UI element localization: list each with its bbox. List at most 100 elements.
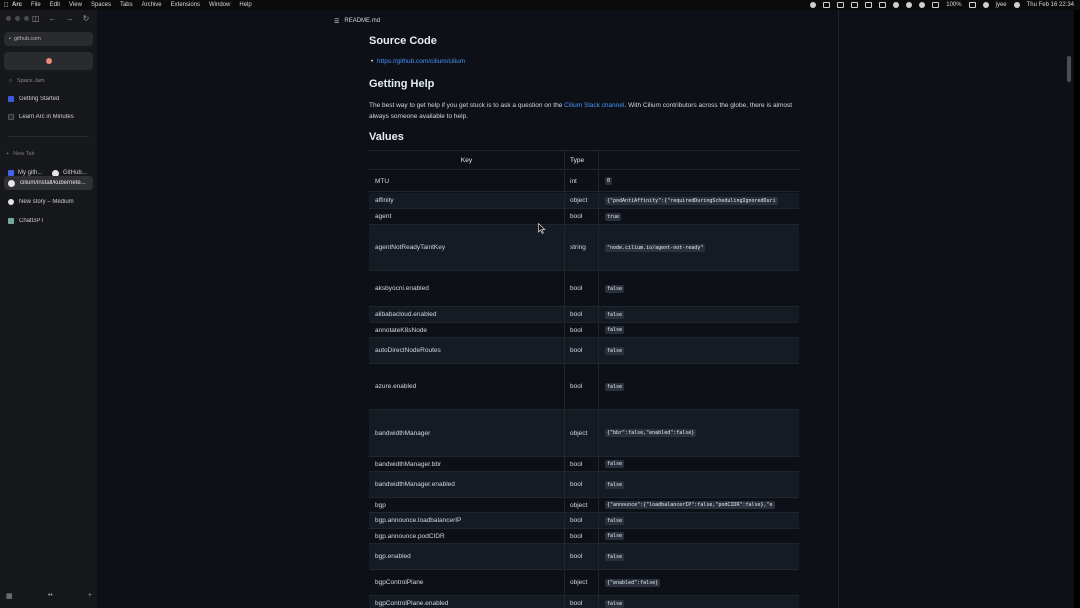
plus-icon: +	[6, 151, 10, 157]
status-icon[interactable]	[851, 2, 859, 8]
pinned-tab-learn-arc[interactable]: Learn Arc in Minutes	[4, 110, 93, 124]
add-space-icon[interactable]: +	[88, 592, 92, 600]
menu-window[interactable]: Window	[209, 2, 230, 8]
sidebar-footer: ▦ •• +	[6, 592, 92, 600]
minimize-window-button[interactable]	[15, 16, 20, 21]
tab-chatgpt[interactable]: ChatGPT	[4, 214, 93, 228]
help-paragraph: The best way to get help if you get stuc…	[369, 100, 799, 122]
list-icon[interactable]: ☰	[334, 18, 339, 25]
menu-tabs[interactable]: Tabs	[120, 2, 133, 8]
status-icon[interactable]	[906, 2, 913, 8]
moon-icon[interactable]	[893, 2, 900, 8]
table-row: alibabacloud.enabled bool false	[369, 307, 799, 323]
row-type: bool	[565, 307, 599, 322]
row-default-cell: {"podAntiAffinity":{"requiredDuringSched…	[599, 193, 799, 208]
row-default-cell: false	[599, 513, 799, 528]
nav-controls: ◫ ← → ↻	[32, 14, 89, 23]
row-key: bgp.enabled	[369, 544, 565, 569]
row-default-cell: true	[599, 209, 799, 224]
file-name: README.md	[344, 18, 381, 24]
reload-icon[interactable]: ↻	[83, 14, 90, 23]
close-window-button[interactable]	[6, 16, 11, 21]
table-header-row: Key Type	[369, 150, 799, 170]
source-code-heading: Source Code	[369, 35, 437, 47]
row-type: int	[565, 171, 599, 191]
row-type: bool	[565, 529, 599, 543]
table-row: bandwidthManager.bbr bool false	[369, 457, 799, 472]
source-link[interactable]: https://github.com/cilium/cilium	[371, 58, 465, 65]
menu-archive[interactable]: Archive	[142, 2, 162, 8]
forward-arrow-icon[interactable]: →	[66, 14, 74, 23]
table-row: agent bool true	[369, 209, 799, 225]
slack-link[interactable]: Cilium Slack channel	[564, 102, 624, 109]
menu-clock[interactable]: Thu Feb 16 22:34	[1027, 2, 1074, 8]
status-icon[interactable]	[919, 2, 926, 8]
control-center-icon[interactable]	[1013, 2, 1020, 8]
keyboard-icon[interactable]	[932, 2, 940, 8]
row-default: {"podAntiAffinity":{"requiredDuringSched…	[605, 196, 778, 205]
tab-cilium-install[interactable]: cilium/install/kubernete...	[4, 176, 93, 190]
header-default	[599, 151, 799, 169]
battery-icon[interactable]	[968, 2, 976, 8]
row-default-cell: 0	[599, 171, 799, 191]
row-type: bool	[565, 472, 599, 497]
help-text-1: The best way to get help if you get stuc…	[369, 102, 565, 109]
menu-view[interactable]: View	[69, 2, 82, 8]
status-icon[interactable]	[823, 2, 831, 8]
row-type: bool	[565, 209, 599, 224]
back-arrow-icon[interactable]: ←	[49, 14, 57, 23]
address-bar[interactable]: • github.com	[4, 32, 93, 46]
row-type: object	[565, 410, 599, 456]
row-key: bandwidthManager.enabled	[369, 472, 565, 497]
apple-menu-icon[interactable]: 	[0, 2, 12, 9]
row-type: object	[565, 498, 599, 512]
status-icon[interactable]	[879, 2, 887, 8]
table-row: bgp object {"announce":{"loadbalancerIP":f…	[369, 498, 799, 513]
menu-spaces[interactable]: Spaces	[91, 2, 111, 8]
row-key: bandwidthManager	[369, 410, 565, 456]
table-row: azure.enabled bool false	[369, 364, 799, 410]
user-name[interactable]: jyee	[996, 2, 1007, 8]
pinned-tab-label: Learn Arc in Minutes	[19, 114, 74, 120]
menu-edit[interactable]: Edit	[50, 2, 60, 8]
status-icon[interactable]	[837, 2, 845, 8]
row-type: string	[565, 225, 599, 270]
row-default-cell: false	[599, 529, 799, 543]
space-name: Space Jam	[17, 78, 45, 84]
pinned-tab-label: Getting Started	[19, 96, 60, 102]
space-title[interactable]: ☼ Space Jam	[8, 78, 45, 84]
menu-extensions[interactable]: Extensions	[171, 2, 200, 8]
zoom-window-button[interactable]	[24, 16, 29, 21]
menu-help[interactable]: Help	[239, 2, 251, 8]
row-type: bool	[565, 323, 599, 337]
scrollbar[interactable]	[1067, 56, 1071, 82]
row-default: {"enabled":false}	[605, 578, 661, 587]
pinned-tab-getting-started[interactable]: Getting Started	[4, 92, 93, 106]
tab-medium[interactable]: New story – Medium	[4, 195, 93, 209]
favorite-tile[interactable]	[4, 52, 93, 70]
row-default-cell: {"bbr":false,"enabled":false}	[599, 410, 799, 456]
wifi-icon[interactable]	[982, 2, 989, 8]
status-area: 100% jyee Thu Feb 16 22:34	[810, 0, 1074, 10]
row-default: false	[605, 326, 625, 334]
spaces-icon[interactable]: ••	[48, 592, 53, 600]
row-default-cell: false	[599, 271, 799, 306]
row-default: "node.cilium.io/agent-not-ready"	[605, 243, 706, 252]
menu-app[interactable]: Arc	[12, 2, 22, 8]
tab-label: ChatGPT	[19, 218, 45, 224]
chatgpt-icon	[8, 218, 14, 224]
status-icon[interactable]	[865, 2, 873, 8]
status-icon[interactable]	[810, 2, 817, 8]
row-default-cell: false	[599, 544, 799, 569]
sidebar-toggle-icon[interactable]: ◫	[32, 14, 40, 23]
new-tab-button[interactable]: + New Tab	[6, 151, 35, 157]
tab-label: cilium/install/kubernete...	[20, 180, 86, 186]
table-row: aksbyocni.enabled bool false	[369, 271, 799, 307]
row-key: aksbyocni.enabled	[369, 271, 565, 306]
values-heading: Values	[369, 131, 404, 143]
menu-bar:  Arc File Edit View Spaces Tabs Archive…	[0, 0, 1080, 10]
library-icon[interactable]: ▦	[6, 592, 13, 600]
row-default: 0	[605, 177, 613, 185]
arc-sidebar: ◫ ← → ↻ • github.com ☼ Space Jam Getting…	[0, 10, 97, 608]
menu-file[interactable]: File	[31, 2, 41, 8]
